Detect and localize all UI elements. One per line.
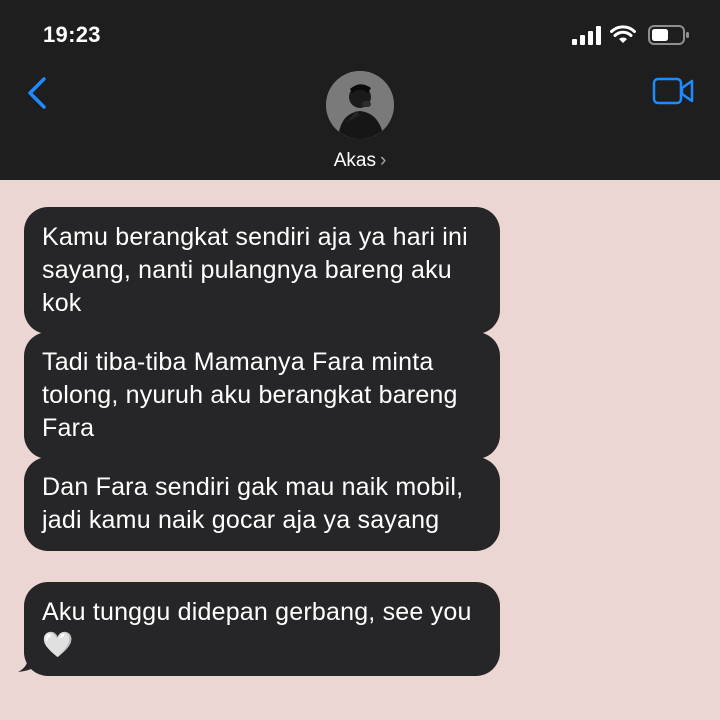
message-text: Aku tunggu didepan gerbang, see you🤍 [42,598,472,659]
bubble-tail [18,642,40,672]
wifi-icon [610,25,636,43]
message-text: Kamu berangkat sendiri aja ya hari ini s… [42,223,468,317]
profile-photo-icon [326,71,394,139]
message-text: Tadi tiba-tiba Mamanya Fara minta tolong… [42,348,458,442]
message-bubble[interactable]: Dan Fara sendiri gak mau naik mobil, jad… [24,457,500,551]
navigation-header: 19:23 Akas › [0,0,720,180]
chevron-left-icon [28,77,46,109]
chevron-right-icon: › [379,150,387,171]
back-button[interactable] [24,74,52,112]
contact-name-button[interactable]: Akas › [0,150,720,172]
status-time: 19:23 [43,22,101,47]
message-text: Dan Fara sendiri gak mau naik mobil, jad… [42,473,464,534]
video-camera-icon [652,77,694,105]
contact-name: Akas [333,150,376,171]
message-bubble[interactable]: Kamu berangkat sendiri aja ya hari ini s… [24,207,500,334]
facetime-video-button[interactable] [652,76,694,106]
message-bubble[interactable]: Aku tunggu didepan gerbang, see you🤍 [24,582,500,676]
battery-icon [648,25,689,45]
contact-avatar[interactable] [326,71,394,139]
message-bubble[interactable]: Tadi tiba-tiba Mamanya Fara minta tolong… [24,332,500,459]
cellular-signal-icon [572,26,601,45]
